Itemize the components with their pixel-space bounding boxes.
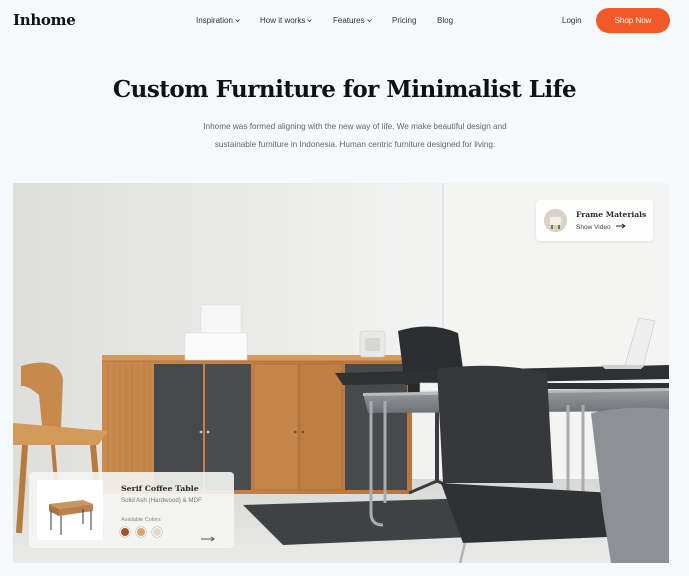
chevron-down-icon xyxy=(366,18,372,23)
available-colors-label: Available Colors xyxy=(121,517,161,523)
frame-materials-thumbnail xyxy=(544,209,567,232)
logo[interactable]: Inhome xyxy=(13,11,76,29)
arrow-right-icon[interactable] xyxy=(201,529,215,547)
nav-item-label: Pricing xyxy=(392,16,417,25)
frame-materials-title: Frame Materials xyxy=(576,210,647,219)
product-material: Solid Ash (Hardwood) & MDF xyxy=(121,497,202,504)
show-video-link[interactable]: Show Video xyxy=(576,223,626,231)
nav-item-label: Features xyxy=(333,16,365,25)
color-swatch-2[interactable] xyxy=(136,527,146,537)
hero-subtitle-line: sustainable furniture in Indonesia. Huma… xyxy=(214,140,496,149)
show-video-label: Show Video xyxy=(576,223,611,231)
nav-item-pricing[interactable]: Pricing xyxy=(392,16,437,25)
nav-item-inspiration[interactable]: Inspiration xyxy=(196,16,260,25)
nav-item-blog[interactable]: Blog xyxy=(437,16,453,25)
hero-subtitle-line: Inhome was formed aligning with the new … xyxy=(203,122,507,131)
product-name: Serif Coffee Table xyxy=(121,484,199,493)
nav-item-label: Blog xyxy=(437,16,454,25)
nav-item-label: Inspiration xyxy=(196,16,233,25)
shop-now-button[interactable]: Shop Now xyxy=(596,8,670,33)
nav-item-features[interactable]: Features xyxy=(333,16,392,25)
main-menu: Inspiration How it works Features Pricin… xyxy=(196,16,453,25)
chevron-down-icon xyxy=(307,18,313,23)
frame-materials-card[interactable]: Frame Materials Show Video xyxy=(536,200,653,241)
color-swatch-3[interactable] xyxy=(152,527,162,537)
product-card[interactable]: Serif Coffee Table Solid Ash (Hardwood) … xyxy=(29,472,234,548)
nav-item-label: How it works xyxy=(260,16,306,25)
top-navbar: Inhome Inspiration How it works Features… xyxy=(0,0,689,42)
chevron-down-icon xyxy=(235,18,240,23)
arrow-right-icon xyxy=(615,223,626,231)
hero-subtitle: Inhome was formed aligning with the new … xyxy=(180,118,530,154)
product-thumbnail xyxy=(37,480,103,540)
color-swatch-1[interactable] xyxy=(120,527,130,537)
nav-item-how-it-works[interactable]: How it works xyxy=(260,16,333,25)
login-link[interactable]: Login xyxy=(562,16,582,25)
page-title: Custom Furniture for Minimalist Life xyxy=(112,76,577,103)
hero-image: Frame Materials Show Video Serif Coffee … xyxy=(13,183,669,563)
